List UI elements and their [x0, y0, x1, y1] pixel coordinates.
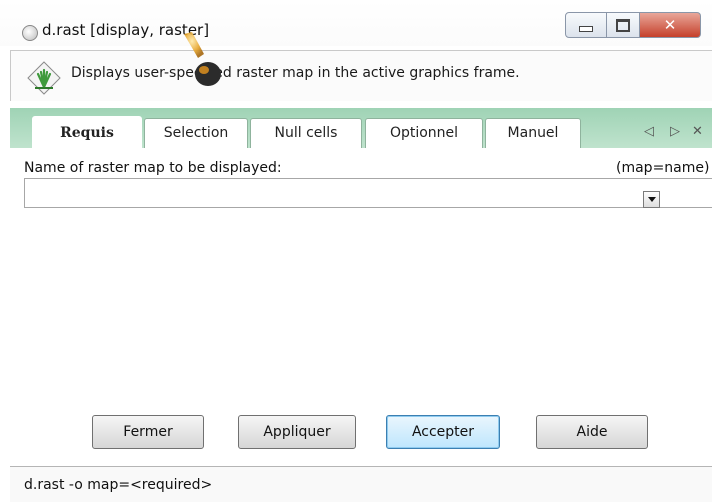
tab-requis[interactable]: Requis — [32, 116, 142, 150]
tab-null-cells[interactable]: Null cells — [250, 118, 362, 148]
accept-button[interactable]: Accepter — [386, 415, 500, 449]
tab-scroll-left-icon[interactable]: ◁ — [644, 124, 654, 139]
minimize-button[interactable] — [565, 12, 607, 38]
tab-scroll-right-icon[interactable]: ▷ — [670, 124, 680, 139]
tab-strip: Requis Selection Null cells Optionnel Ma… — [10, 108, 712, 150]
tab-content-requis: Name of raster map to be displayed: (map… — [10, 148, 712, 463]
status-bar: d.rast -o map=<required> — [10, 466, 712, 502]
raster-map-combobox[interactable] — [24, 178, 712, 208]
minimize-icon — [579, 26, 593, 32]
tab-manuel[interactable]: Manuel — [485, 118, 581, 148]
description-panel: Displays user-specified raster map in th… — [10, 50, 712, 101]
module-description: Displays user-specified raster map in th… — [71, 65, 520, 81]
command-preview: d.rast -o map=<required> — [24, 477, 213, 493]
title-bar: d.rast [display, raster] ✕ — [0, 0, 712, 46]
app-icon — [22, 25, 38, 41]
close-window-button[interactable]: ✕ — [640, 12, 701, 38]
mouse-cursor-icon — [184, 32, 221, 86]
maximize-button[interactable] — [607, 12, 640, 38]
maximize-icon — [616, 18, 630, 32]
parameter-hint: (map=name) — [616, 160, 710, 176]
help-button[interactable]: Aide — [536, 415, 648, 449]
tab-selection[interactable]: Selection — [144, 118, 248, 148]
window-controls: ✕ — [565, 12, 701, 38]
close-button[interactable]: Fermer — [92, 415, 204, 449]
raster-map-label: Name of raster map to be displayed: — [24, 160, 282, 176]
grass-logo-icon — [27, 61, 61, 95]
tab-optionnel[interactable]: Optionnel — [365, 118, 483, 148]
dropdown-button[interactable] — [643, 191, 660, 208]
tab-close-icon[interactable]: ✕ — [692, 124, 703, 139]
chevron-down-icon — [647, 197, 656, 202]
close-icon: ✕ — [663, 15, 677, 34]
apply-button[interactable]: Appliquer — [238, 415, 356, 449]
